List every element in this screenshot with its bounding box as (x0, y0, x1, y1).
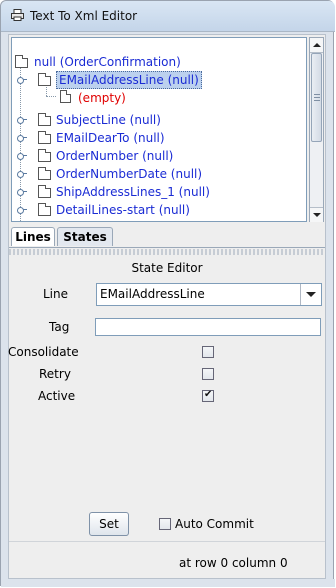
tree-guide-line (20, 68, 22, 221)
arrow-up-icon (313, 43, 321, 47)
document-icon (60, 90, 71, 103)
retry-label: Retry (39, 367, 71, 381)
tag-field[interactable] (95, 318, 321, 336)
state-editor-title: State Editor (131, 261, 203, 275)
tree-node-label: ShipAddressLines_1 (null) (56, 185, 210, 199)
tree-node-label: DetailLines-start (null) (56, 203, 190, 217)
app-window: Text To Xml Editor null (OrderConfirmati… (0, 0, 335, 587)
editor-panel: null (OrderConfirmation) EMailAddressLin… (8, 34, 326, 579)
arrow-down-icon (313, 213, 321, 217)
scroll-up-button[interactable] (310, 38, 323, 53)
split-pane-divider[interactable] (9, 249, 325, 255)
window-title: Text To Xml Editor (30, 9, 138, 23)
scroll-thumb[interactable] (311, 53, 322, 142)
folder-icon (38, 167, 51, 180)
expand-handle-icon[interactable] (17, 169, 27, 178)
tree-node-label: OrderNumber (null) (56, 149, 174, 163)
tab-bar: Lines States (9, 225, 325, 248)
printer-icon (11, 9, 24, 21)
tab-lines[interactable]: Lines (11, 227, 55, 246)
line-select-value: EMailAddressLine (100, 287, 205, 301)
window-bottom-edge (1, 579, 335, 587)
set-button[interactable]: Set (89, 512, 129, 536)
expand-handle-icon[interactable] (17, 133, 27, 142)
tree-node-label: SubjectLine (null) (56, 113, 161, 127)
folder-icon (38, 149, 51, 162)
xml-tree[interactable]: null (OrderConfirmation) EMailAddressLin… (11, 37, 307, 222)
folder-icon (15, 55, 28, 68)
tree-node-label: EMailAddressLine (null) (56, 71, 202, 89)
scroll-down-button[interactable] (310, 207, 323, 222)
folder-icon (38, 73, 51, 86)
folder-icon (38, 203, 51, 216)
folder-icon (38, 131, 51, 144)
expand-handle-icon[interactable] (17, 205, 27, 214)
consolidate-label: Consolidate (8, 345, 79, 359)
tree-node-label: (empty) (78, 91, 126, 105)
retry-checkbox[interactable] (202, 368, 214, 380)
folder-icon (38, 185, 51, 198)
line-label: Line (43, 287, 69, 301)
tree-node-label: EMailDearTo (null) (56, 131, 165, 145)
folder-icon (38, 113, 51, 126)
tree-root-label: null (OrderConfirmation) (34, 55, 181, 69)
cursor-position-status: at row 0 column 0 (179, 556, 288, 570)
expand-handle-icon[interactable] (17, 187, 27, 196)
status-bar: at row 0 column 0 (9, 541, 325, 580)
tab-states[interactable]: States (57, 227, 113, 246)
tree-node-label: OrderNumberDate (null) (56, 167, 203, 181)
title-bar[interactable]: Text To Xml Editor (1, 1, 335, 32)
active-label: Active (38, 389, 76, 403)
auto-commit-label: Auto Commit (175, 517, 254, 531)
expand-handle-icon[interactable] (17, 151, 27, 160)
chevron-down-icon[interactable] (300, 284, 321, 305)
line-select[interactable]: EMailAddressLine (96, 283, 322, 306)
tree-guide-line (46, 96, 56, 98)
consolidate-checkbox[interactable] (202, 346, 214, 358)
expand-handle-icon[interactable] (17, 75, 27, 84)
auto-commit-checkbox[interactable] (159, 518, 171, 530)
expand-handle-icon[interactable] (17, 115, 27, 124)
tag-label: Tag (49, 320, 70, 334)
tree-scrollbar[interactable] (309, 37, 324, 222)
active-checkbox[interactable] (202, 389, 214, 402)
